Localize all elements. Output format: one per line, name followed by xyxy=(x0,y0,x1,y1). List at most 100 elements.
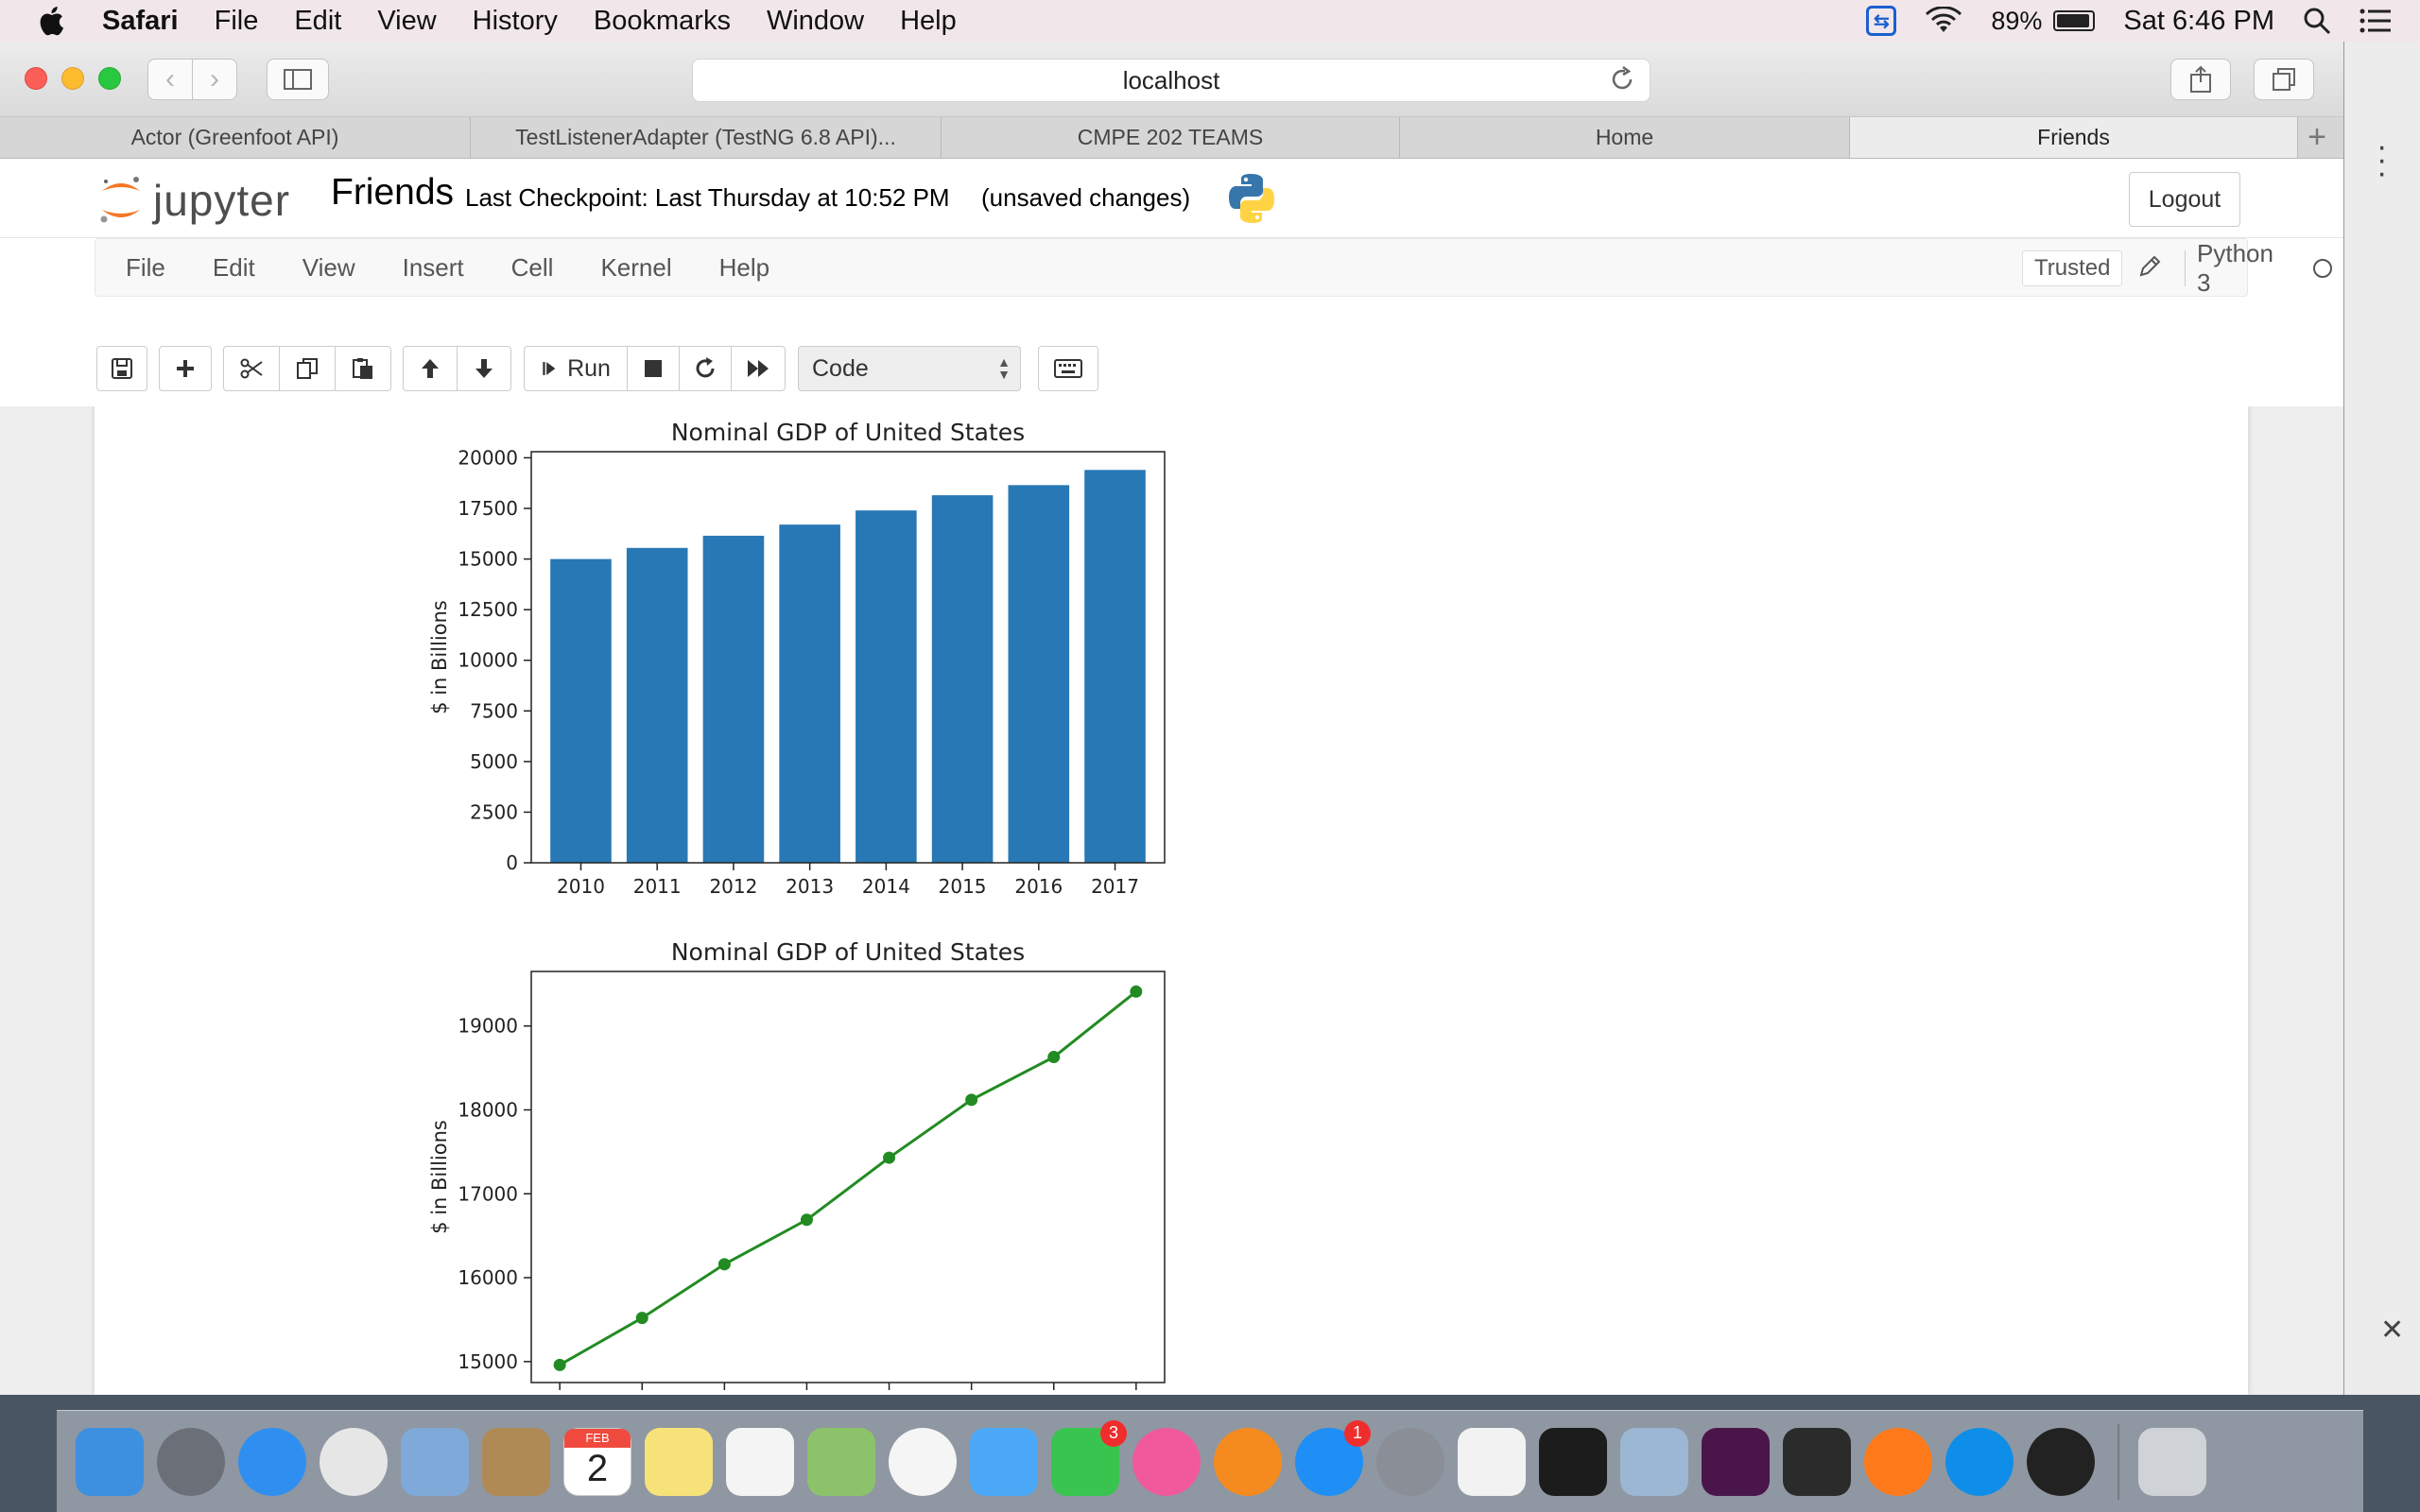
calendar-icon[interactable]: FEB 2 xyxy=(563,1427,631,1496)
finder-icon[interactable] xyxy=(76,1427,144,1496)
bbedit-icon[interactable] xyxy=(2027,1427,2095,1496)
trusted-badge[interactable]: Trusted xyxy=(2022,250,2123,286)
messages-icon[interactable] xyxy=(970,1427,1038,1496)
jupyter-menu-cell[interactable]: Cell xyxy=(511,253,554,283)
x-tick-label: 2016 xyxy=(1014,875,1063,896)
textedit-icon[interactable] xyxy=(1458,1427,1526,1496)
tab-testlisteneradapter[interactable]: TestListenerAdapter (TestNG 6.8 API)... xyxy=(471,117,942,158)
trash-icon[interactable] xyxy=(2138,1427,2206,1496)
move-down-button[interactable] xyxy=(457,346,511,391)
wifi-icon[interactable] xyxy=(1925,7,1962,35)
menubar-bookmarks[interactable]: Bookmarks xyxy=(594,6,731,37)
copy-button[interactable] xyxy=(279,346,336,391)
bar xyxy=(550,558,612,863)
back-button[interactable]: ‹ xyxy=(147,59,193,100)
tabs-icon xyxy=(2273,68,2295,91)
tab-actor-api[interactable]: Actor (Greenfoot API) xyxy=(0,117,471,158)
safari-icon[interactable] xyxy=(238,1427,306,1496)
share-button[interactable] xyxy=(2170,59,2231,100)
address-bar[interactable]: localhost xyxy=(692,59,1651,102)
cut-button[interactable] xyxy=(223,346,280,391)
dock-separator xyxy=(2118,1423,2119,1500)
stop-icon xyxy=(645,360,662,377)
appstore-icon[interactable]: 1 xyxy=(1295,1419,1371,1496)
jupyter-menu-file[interactable]: File xyxy=(126,253,165,283)
bar xyxy=(856,510,917,863)
tab-friends[interactable]: Friends xyxy=(1850,117,2298,158)
menubar-edit[interactable]: Edit xyxy=(294,6,341,37)
window-zoom-button[interactable] xyxy=(98,67,121,90)
forward-button[interactable]: › xyxy=(192,59,237,100)
paste-button[interactable] xyxy=(335,346,391,391)
launchpad-icon[interactable] xyxy=(157,1427,225,1496)
jupyter-menu-insert[interactable]: Insert xyxy=(403,253,464,283)
scissors-icon xyxy=(240,358,263,379)
facetime-icon[interactable]: 3 xyxy=(1051,1419,1127,1496)
x-tick-label: 2017 xyxy=(1091,875,1139,896)
window-close-button[interactable] xyxy=(25,67,47,90)
more-options-icon[interactable]: · · · xyxy=(2377,130,2387,189)
jupyter-logo[interactable]: jupyter xyxy=(98,174,290,227)
teamviewer-status-icon[interactable]: ⇆ xyxy=(1866,6,1897,36)
bar xyxy=(779,524,840,863)
menubar-clock[interactable]: Sat 6:46 PM xyxy=(2123,6,2274,37)
sidebar-toggle-button[interactable] xyxy=(267,59,329,100)
menubar-file[interactable]: File xyxy=(215,6,259,37)
interrupt-kernel-button[interactable] xyxy=(627,346,680,391)
jupyter-menu-help[interactable]: Help xyxy=(719,253,769,283)
reminders-icon[interactable] xyxy=(726,1427,794,1496)
run-button[interactable]: Run xyxy=(524,346,628,391)
apple-icon[interactable] xyxy=(38,4,70,38)
move-up-button[interactable] xyxy=(403,346,458,391)
jupyter-menu-view[interactable]: View xyxy=(302,253,355,283)
tab-bar: Actor (Greenfoot API) TestListenerAdapte… xyxy=(0,117,2343,159)
new-tab-button[interactable]: + xyxy=(2298,117,2336,158)
menubar-window[interactable]: Window xyxy=(767,6,864,37)
jupyter-menu-kernel[interactable]: Kernel xyxy=(600,253,671,283)
bar xyxy=(1008,485,1070,863)
preview-icon[interactable] xyxy=(1620,1427,1688,1496)
mail-icon[interactable] xyxy=(401,1427,469,1496)
tab-cmpe-202-teams[interactable]: CMPE 202 TEAMS xyxy=(942,117,1400,158)
save-button[interactable] xyxy=(96,346,147,391)
restart-run-all-button[interactable] xyxy=(731,346,786,391)
close-icon[interactable]: ✕ xyxy=(2380,1314,2404,1347)
url-text: localhost xyxy=(1122,65,1220,94)
restart-kernel-button[interactable] xyxy=(679,346,732,391)
battery-icon[interactable] xyxy=(2053,10,2096,31)
y-tick-label: 0 xyxy=(506,851,518,874)
contacts-icon[interactable] xyxy=(482,1427,550,1496)
teamviewer-icon[interactable] xyxy=(1945,1427,2014,1496)
tab-home[interactable]: Home xyxy=(1400,117,1850,158)
logout-button[interactable]: Logout xyxy=(2129,172,2240,227)
firefox-icon[interactable] xyxy=(1864,1427,1932,1496)
notes-icon[interactable] xyxy=(645,1427,713,1496)
data-point xyxy=(800,1213,813,1227)
jupyter-menu-edit[interactable]: Edit xyxy=(213,253,255,283)
cell-type-select[interactable]: Code ▲ ▼ xyxy=(798,346,1021,391)
window-minimize-button[interactable] xyxy=(61,67,84,90)
activity-monitor-icon[interactable] xyxy=(1783,1427,1851,1496)
itunes-icon[interactable] xyxy=(1132,1427,1201,1496)
kernel-name[interactable]: Python 3 xyxy=(2185,239,2273,297)
maps-icon[interactable] xyxy=(807,1427,875,1496)
slack-icon[interactable] xyxy=(1702,1427,1770,1496)
terminal-icon[interactable] xyxy=(1539,1427,1607,1496)
menubar-view[interactable]: View xyxy=(377,6,436,37)
system-preferences-icon[interactable] xyxy=(1376,1427,1444,1496)
edit-mode-pencil-icon[interactable] xyxy=(2137,254,2162,279)
reload-icon[interactable] xyxy=(1608,65,1636,94)
spotlight-search-icon[interactable] xyxy=(2303,7,2331,35)
chrome-icon[interactable] xyxy=(320,1427,388,1496)
tabs-overview-button[interactable] xyxy=(2254,59,2314,100)
insert-cell-button[interactable] xyxy=(159,346,212,391)
notebook-name[interactable]: Friends xyxy=(331,172,454,214)
jupyter-logo-icon xyxy=(100,177,140,223)
ibooks-icon[interactable] xyxy=(1214,1427,1282,1496)
command-palette-button[interactable] xyxy=(1038,346,1098,391)
menubar-history[interactable]: History xyxy=(473,6,558,37)
photos-icon[interactable] xyxy=(889,1427,957,1496)
menubar-help[interactable]: Help xyxy=(900,6,957,37)
menubar-app-name[interactable]: Safari xyxy=(102,6,179,37)
notification-center-icon[interactable] xyxy=(2360,8,2392,34)
